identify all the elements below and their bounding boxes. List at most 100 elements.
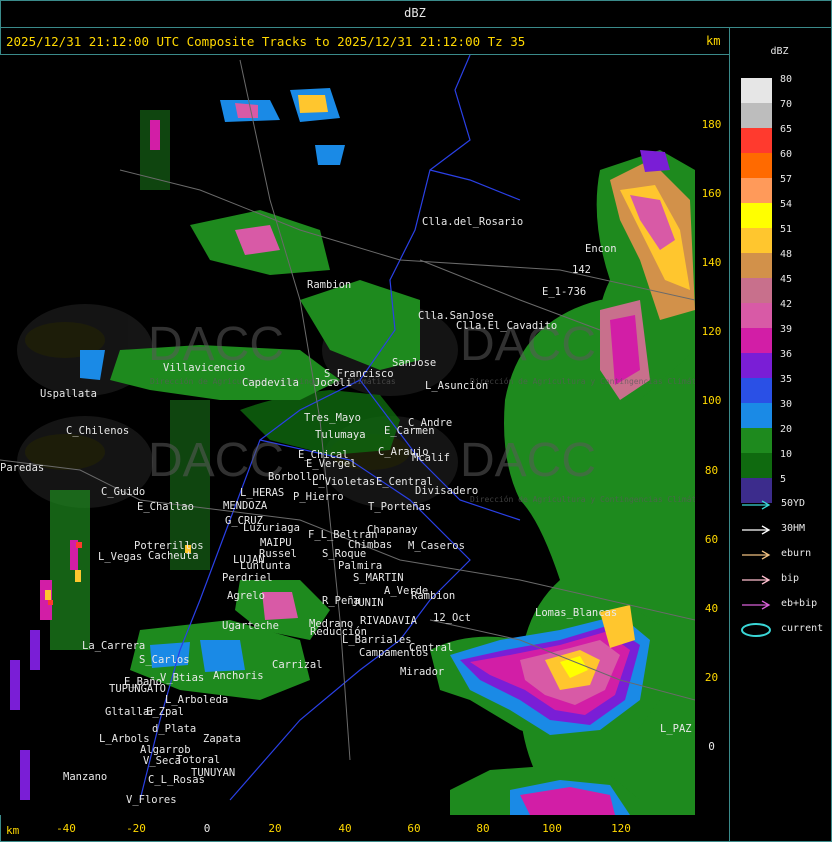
- y-tick: 160: [701, 187, 722, 200]
- x-tick: 60: [407, 822, 421, 835]
- legend-value: 80: [780, 74, 793, 85]
- place-label: 142: [572, 264, 591, 276]
- place-label: V_Btias: [160, 672, 205, 684]
- place-label: Clla.El_Cavadito: [456, 320, 558, 332]
- legend-value: 5: [780, 474, 787, 485]
- product-title: 2025/12/31 21:12:00 UTC Composite Tracks…: [6, 34, 526, 49]
- x-tick: 100: [542, 822, 562, 835]
- legend-swatch: [741, 153, 772, 178]
- place-label: E_Challao: [137, 501, 194, 513]
- place-label: Agrelo: [227, 590, 265, 602]
- y-tick: 140: [701, 256, 722, 269]
- track-arrow-icon: [742, 575, 771, 585]
- place-label: Palmira: [338, 560, 383, 572]
- legend-value: 35: [780, 374, 793, 385]
- place-label: TUPUNGATO: [109, 683, 166, 695]
- place-label: Perdriel: [222, 572, 273, 584]
- place-label: Luzuriaga: [243, 522, 300, 534]
- legend-swatch: [741, 303, 772, 328]
- legend-value: 57: [780, 174, 793, 185]
- x-tick: 20: [268, 822, 282, 835]
- track-label: bip: [781, 573, 800, 584]
- place-label: Carrizal: [272, 659, 323, 671]
- place-label: L_Asuncion: [425, 380, 489, 392]
- legend-swatch: [741, 403, 772, 428]
- place-label: S_Roque: [322, 548, 367, 560]
- watermark-subtext: Dirección de Agricultura y Contingencias…: [470, 377, 695, 386]
- place-label: E_Zpal: [146, 706, 184, 718]
- watermark-text: DACC: [148, 434, 285, 487]
- track-arrow-icon: [742, 500, 771, 510]
- top-label: dBZ: [404, 6, 426, 20]
- place-label: d_Plata: [152, 723, 197, 735]
- place-label: Lunlunta: [240, 560, 291, 572]
- current-ellipse-icon: [741, 623, 771, 637]
- place-label: V_Flores: [126, 794, 177, 806]
- place-label: Central: [409, 642, 454, 654]
- legend-value: 45: [780, 274, 793, 285]
- place-label: Villavicencio: [163, 362, 246, 374]
- track-arrow-icon: [742, 550, 771, 560]
- legend-value: 60: [780, 149, 793, 160]
- legend-swatch: [741, 78, 772, 103]
- legend-swatch: [741, 228, 772, 253]
- place-label: M_Caseros: [408, 540, 465, 552]
- place-label: C_L_Rosas: [148, 774, 205, 786]
- place-label: Encon: [585, 243, 617, 255]
- track-label: eburn: [781, 548, 812, 559]
- y-tick: 60: [704, 533, 719, 546]
- place-label: Rambion: [307, 279, 352, 291]
- watermark-subtext: Dirección de Agricultura y Contingencias…: [470, 495, 695, 504]
- place-label: L_HERAS: [240, 487, 285, 499]
- legend-swatch: [741, 453, 772, 478]
- y-tick: 40: [704, 602, 719, 615]
- place-label: Rambion: [411, 590, 456, 602]
- legend-value: 30: [780, 399, 793, 410]
- place-label: JUNIN: [352, 597, 384, 609]
- legend-swatch: [741, 103, 772, 128]
- legend-swatch: [741, 128, 772, 153]
- place-label: E_1-736: [542, 286, 587, 298]
- place-label: E_Vergel: [306, 458, 357, 470]
- place-label: L_Vegas: [98, 551, 143, 563]
- place-label: Zapata: [203, 733, 241, 745]
- place-label: L_Barriales: [342, 634, 412, 646]
- x-tick: 80: [476, 822, 490, 835]
- y-tick: 0: [708, 740, 715, 753]
- y-tick: 20: [704, 671, 719, 684]
- place-label: Mirador: [400, 666, 445, 678]
- legend-swatch: [741, 328, 772, 353]
- legend-value: 70: [780, 99, 793, 110]
- legend-title: dBZ: [770, 46, 789, 57]
- legend-value: 51: [780, 224, 793, 235]
- place-label: P_Hierro: [293, 491, 344, 503]
- x-tick: 120: [611, 822, 631, 835]
- legend-value: 42: [780, 299, 793, 310]
- place-label: Russel: [259, 548, 297, 560]
- place-label: S_MARTIN: [353, 572, 404, 584]
- place-label: Cacheuta: [148, 550, 199, 562]
- track-arrow-icon: [742, 525, 771, 535]
- place-label: Clla.del_Rosario: [422, 216, 524, 228]
- place-label: E_Carmen: [384, 425, 435, 437]
- place-label: 12_Oct: [433, 612, 471, 624]
- place-label: L_Arboleda: [165, 694, 229, 706]
- legend-value: 10: [780, 449, 793, 460]
- x-axis-unit: km: [6, 824, 20, 837]
- track-arrow-icon: [742, 600, 771, 610]
- legend-value: 48: [780, 249, 793, 260]
- track-label: current: [781, 623, 824, 634]
- radar-map[interactable]: DACC DACC DACC DACC Dirección de Agricul…: [0, 55, 695, 815]
- place-label: Paredas: [0, 462, 45, 474]
- place-label: Lomas_Blancas: [535, 607, 618, 619]
- y-tick: 180: [701, 118, 722, 131]
- legend-value: 36: [780, 349, 793, 360]
- x-tick: 0: [203, 822, 211, 835]
- place-label: La_Carrera: [82, 640, 146, 652]
- legend-swatch: [741, 203, 772, 228]
- track-label: 30HM: [781, 523, 806, 534]
- y-axis-unit: km: [706, 34, 721, 48]
- legend-swatch: [741, 378, 772, 403]
- place-label: Mcalif: [412, 452, 450, 464]
- legend-value: 20: [780, 424, 793, 435]
